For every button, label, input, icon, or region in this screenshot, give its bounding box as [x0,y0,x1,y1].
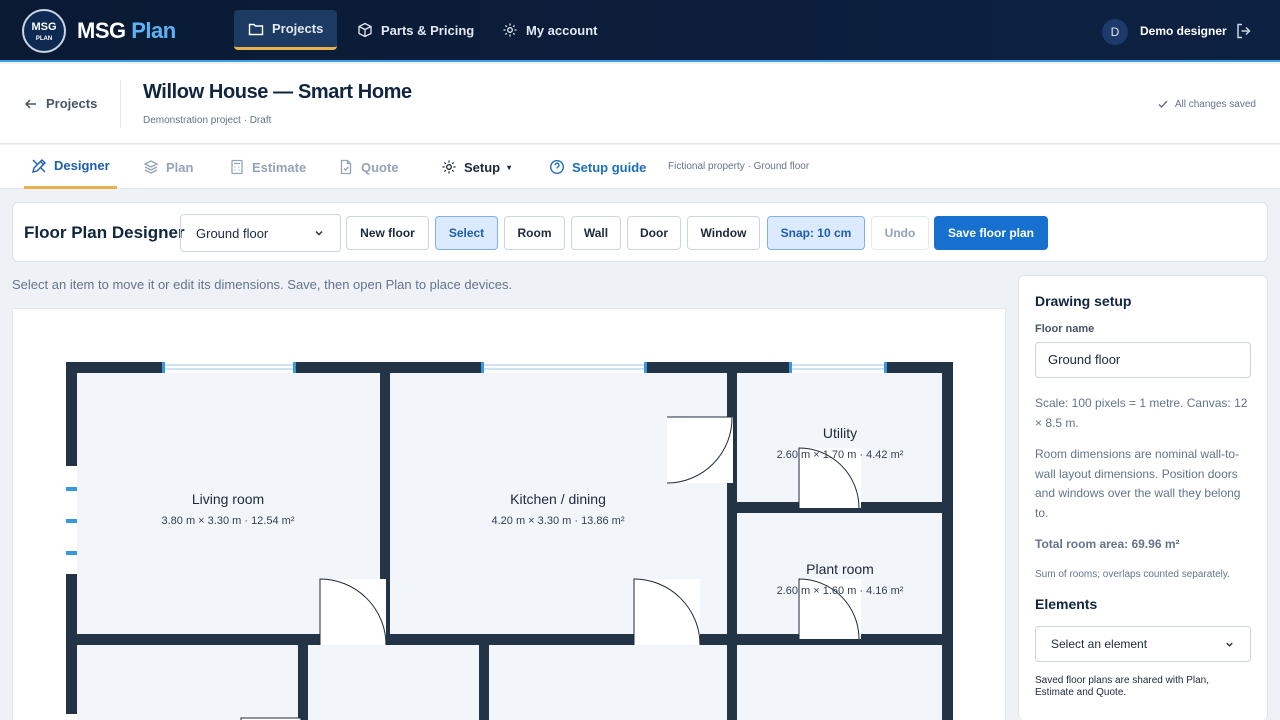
select-tool-button[interactable]: Select [435,216,498,250]
room-dims: 2.60 m × 1.70 m · 4.42 m² [777,449,904,461]
chevron-down-icon [315,231,323,236]
package-icon [358,22,372,38]
project-tabs: Designer Plan Estimate Quote Setup ▾ Set… [0,145,1280,189]
avatar[interactable]: D [1102,19,1128,45]
tab-setup-label: Setup [464,159,501,175]
panel-heading: Drawing setup [1035,293,1132,309]
nav-projects[interactable]: Projects [234,10,338,50]
folder-icon [248,23,264,35]
tab-note: Fictional property · Ground floor [668,161,810,172]
room-name: Utility [823,425,857,441]
tab-setup-guide[interactable]: Setup guide [542,145,653,189]
floor-select-value: Ground floor [196,225,269,241]
layers-icon [143,160,159,174]
tab-setup[interactable]: Setup ▾ [434,145,518,189]
room-dims: 4.20 m × 3.30 m · 13.86 m² [492,515,625,527]
brand-logo[interactable]: MSG PLAN [22,9,66,53]
floor-plan-drawing: Living room 3.80 m × 3.30 m · 12.54 m² K… [66,362,953,720]
total-room-area: Total room area: 69.96 m² [1035,537,1180,551]
undo-button[interactable]: Undo [871,216,929,250]
floor-name-label: Floor name [1035,323,1095,335]
tab-designer[interactable]: Designer [24,145,117,189]
brand-name[interactable]: MSG Plan [77,18,176,44]
new-floor-button[interactable]: New floor [346,216,429,250]
designer-hint: Select an item to move it or edit its di… [12,277,513,292]
nav-projects-label: Projects [272,21,324,36]
user-name[interactable]: Demo designer [1140,24,1227,38]
drawing-setup-panel: Drawing setup Floor name Ground floor Sc… [1018,275,1268,720]
element-select[interactable]: Select an element [1035,626,1251,662]
chevron-down-icon: ▾ [507,162,512,172]
save-status: All changes saved [1157,98,1256,110]
logo-line2: PLAN [35,36,53,42]
room-tool-button[interactable]: Room [504,216,565,250]
room-name: Kitchen / dining [510,491,606,507]
nav-account-label: My account [526,22,598,38]
tab-plan[interactable]: Plan [136,145,200,189]
window-tool-button[interactable]: Window [687,216,760,250]
brand-name-accent: Plan [131,18,176,43]
logo-line1: MSG [31,21,57,33]
chevron-down-icon [1226,642,1233,647]
top-navbar: MSG PLAN MSG Plan Projects Parts & Prici… [0,0,1280,62]
gear-icon [442,160,456,174]
floor-name-input[interactable]: Ground floor [1035,342,1251,378]
tab-designer-label: Designer [54,158,110,173]
room-name: Plant room [806,561,874,577]
page-title: Willow House — Smart Home [143,81,412,103]
area-note: Sum of rooms; overlaps counted separatel… [1035,569,1230,580]
tab-estimate-label: Estimate [252,159,307,175]
room-name: Living room [192,491,264,507]
save-floor-plan-button[interactable]: Save floor plan [934,216,1048,250]
designer-toolbar: Floor Plan Designer Ground floor New flo… [12,202,1268,262]
file-check-icon [340,159,352,175]
brand-name-main: MSG [77,18,126,43]
help-circle-icon [549,159,565,175]
tab-quote-label: Quote [361,159,399,175]
pencil-ruler-icon [32,158,46,173]
scale-info: Scale: 100 pixels = 1 metre. Canvas: 12 … [1035,396,1248,430]
nav-parts-label: Parts & Pricing [381,22,475,38]
nav-parts-pricing[interactable]: Parts & Pricing [343,10,488,50]
floor-select[interactable]: Ground floor [180,214,341,252]
wall-tool-button[interactable]: Wall [571,216,621,250]
element-select-placeholder: Select an element [1051,637,1148,651]
elements-heading: Elements [1035,596,1098,612]
room-dims: 2.60 m × 1.60 m · 4.16 m² [777,585,904,597]
snap-toggle-button[interactable]: Snap: 10 cm [767,216,865,250]
check-icon [1158,100,1168,109]
room-dims: 3.80 m × 3.30 m · 12.54 m² [162,515,295,527]
nav-my-account[interactable]: My account [488,10,612,50]
gear-icon [503,23,517,37]
logout-icon[interactable] [1235,22,1253,40]
door-tool-button[interactable]: Door [627,216,681,250]
dimensions-note: Room dimensions are nominal wall-to-wall… [1035,447,1241,520]
tab-setup-guide-label: Setup guide [572,159,647,175]
calculator-icon [231,159,243,175]
floor-plan-canvas[interactable]: Living room 3.80 m × 3.30 m · 12.54 m² K… [12,308,1006,720]
shared-note: Saved floor plans are shared with Plan, … [1035,675,1209,698]
tab-quote[interactable]: Quote [331,145,406,189]
back-to-projects-link[interactable]: Projects [24,96,97,111]
tab-estimate[interactable]: Estimate [222,145,313,189]
project-header: Projects Willow House — Smart Home Demon… [0,64,1280,144]
project-subtitle: Demonstration project · Draft [143,115,272,126]
header-divider [120,80,121,128]
back-link-label: Projects [46,96,98,111]
save-status-label: All changes saved [1174,98,1256,110]
tab-plan-label: Plan [166,159,194,175]
designer-title: Floor Plan Designer [24,223,185,242]
arrow-left-icon [24,98,36,109]
